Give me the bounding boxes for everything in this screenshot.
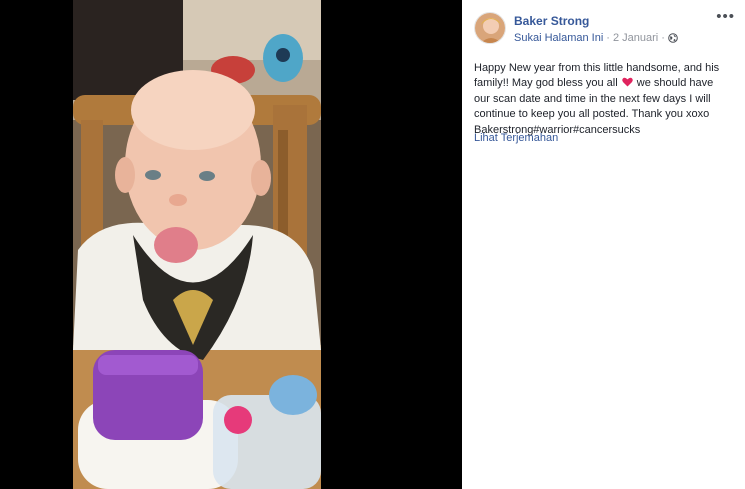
post-text-segment: we should have [633, 77, 714, 90]
post-text-line: family!! May god bless you all we should… [474, 76, 736, 91]
post-photo[interactable] [73, 0, 321, 489]
like-page-link[interactable]: Sukai Halaman Ini [514, 32, 603, 44]
meta-separator: · [606, 32, 610, 44]
post-text-line: our scan date and time in the next few d… [474, 92, 711, 105]
more-options-icon[interactable]: ••• [716, 9, 735, 24]
post-details-panel: Baker Strong Sukai Halaman Ini · 2 Janua… [462, 0, 745, 489]
baby-photo-image [73, 0, 321, 489]
red-heart-icon [621, 77, 633, 87]
post-text-segment: family!! May god bless you all [474, 77, 618, 90]
post-message: Happy New year from this little handsome… [474, 61, 736, 138]
avatar-image [475, 13, 505, 43]
meta-separator: · [661, 32, 665, 44]
author-name[interactable]: Baker Strong [514, 14, 589, 28]
profile-avatar[interactable] [474, 12, 506, 44]
globe-icon[interactable] [668, 33, 678, 43]
post-meta: Sukai Halaman Ini · 2 Januari · [514, 32, 678, 44]
post-text-line: Happy New year from this little handsome… [474, 62, 720, 74]
photo-viewer [0, 0, 462, 489]
post-text-line: continue to keep you all posted. Thank y… [474, 108, 710, 121]
see-translation-link[interactable]: Lihat Terjemahan [474, 132, 558, 144]
post-date[interactable]: 2 Januari [613, 32, 658, 44]
